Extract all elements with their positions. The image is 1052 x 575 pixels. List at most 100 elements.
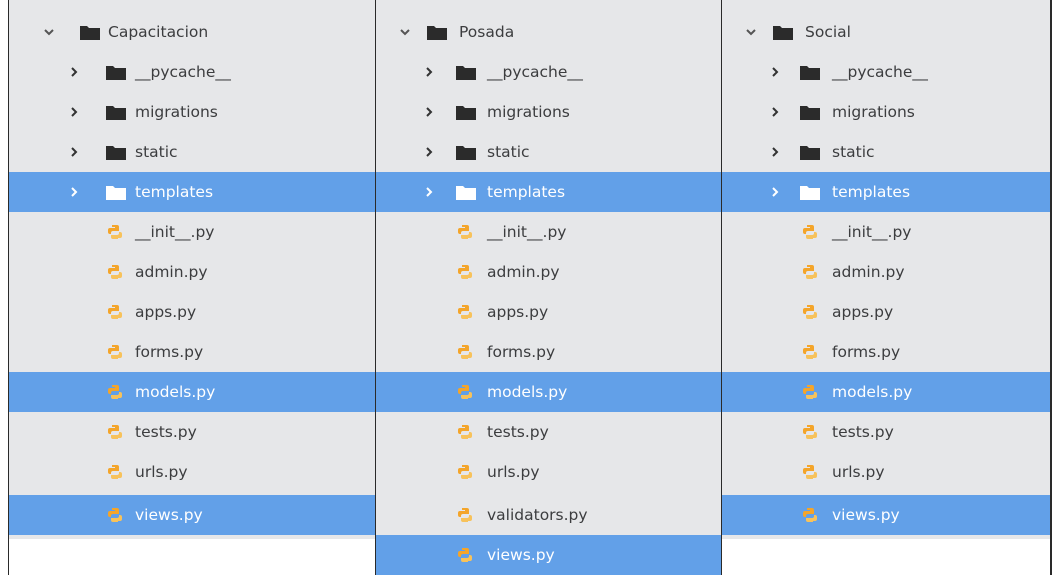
folder-icon: [800, 105, 820, 120]
panel-divider: [375, 0, 376, 575]
tree-label: forms.py: [135, 343, 204, 361]
folder-icon: [106, 65, 126, 80]
tree-file[interactable]: models.py: [722, 372, 1052, 412]
python-file-icon: [107, 384, 123, 400]
folder-icon: [800, 185, 820, 200]
tree-label: Capacitacion: [108, 23, 209, 41]
tree-file[interactable]: tests.py: [722, 412, 1052, 452]
python-file-icon: [457, 304, 473, 320]
python-file-icon: [802, 424, 818, 440]
tree-file[interactable]: forms.py: [376, 332, 721, 372]
tree-label: forms.py: [487, 343, 556, 361]
tree-folder-pycache[interactable]: __pycache__: [376, 52, 721, 92]
tree-file[interactable]: views.py: [376, 535, 721, 575]
tree-file[interactable]: tests.py: [376, 412, 721, 452]
chevron-down-icon[interactable]: [42, 25, 56, 39]
tree-folder-static[interactable]: static: [9, 132, 375, 172]
tree-folder-static[interactable]: static: [376, 132, 721, 172]
chevron-right-icon[interactable]: [768, 65, 782, 79]
tree-label: validators.py: [487, 506, 588, 524]
tree-label: admin.py: [135, 263, 208, 281]
chevron-right-icon[interactable]: [422, 65, 436, 79]
folder-icon: [773, 25, 793, 40]
tree-file[interactable]: apps.py: [9, 292, 375, 332]
chevron-right-icon[interactable]: [422, 185, 436, 199]
chevron-right-icon[interactable]: [67, 185, 81, 199]
tree-label: __init__.py: [832, 223, 912, 241]
chevron-right-icon[interactable]: [768, 145, 782, 159]
tree-label: forms.py: [832, 343, 901, 361]
tree-file[interactable]: views.py: [9, 495, 375, 535]
python-file-icon: [107, 507, 123, 523]
folder-icon: [106, 105, 126, 120]
chevron-right-icon[interactable]: [768, 185, 782, 199]
tree-file[interactable]: forms.py: [722, 332, 1052, 372]
tree-label: admin.py: [487, 263, 560, 281]
tree-label: migrations: [832, 103, 915, 121]
tree-file[interactable]: admin.py: [9, 252, 375, 292]
chevron-right-icon[interactable]: [422, 145, 436, 159]
python-file-icon: [107, 464, 123, 480]
tree-label: models.py: [135, 383, 216, 401]
folder-icon: [456, 65, 476, 80]
tree-label: static: [832, 143, 875, 161]
tree-folder-templates[interactable]: templates: [722, 172, 1052, 212]
chevron-down-icon[interactable]: [398, 25, 412, 39]
tree-file[interactable]: models.py: [9, 372, 375, 412]
python-file-icon: [802, 304, 818, 320]
tree-folder-pycache[interactable]: __pycache__: [9, 52, 375, 92]
explorer-panel-capacitacion: Capacitacion __pycache__ migrations stat…: [9, 0, 375, 539]
python-file-icon: [457, 507, 473, 523]
folder-icon: [80, 25, 100, 40]
tree-file[interactable]: models.py: [376, 372, 721, 412]
tree-label: migrations: [135, 103, 218, 121]
tree-file[interactable]: urls.py: [376, 452, 721, 492]
tree-file[interactable]: forms.py: [9, 332, 375, 372]
tree-file[interactable]: apps.py: [722, 292, 1052, 332]
tree-file[interactable]: urls.py: [9, 452, 375, 492]
folder-icon: [106, 145, 126, 160]
folder-icon: [456, 105, 476, 120]
python-file-icon: [802, 507, 818, 523]
python-file-icon: [107, 424, 123, 440]
tree-folder-static[interactable]: static: [722, 132, 1052, 172]
tree-label: templates: [135, 183, 214, 201]
chevron-right-icon[interactable]: [67, 65, 81, 79]
tree-label: views.py: [135, 506, 203, 524]
tree-root-capacitacion[interactable]: Capacitacion: [9, 12, 375, 52]
tree-file[interactable]: __init__.py: [9, 212, 375, 252]
tree-root-posada[interactable]: Posada: [376, 12, 721, 52]
panel-divider: [721, 0, 722, 575]
tree-file[interactable]: admin.py: [376, 252, 721, 292]
tree-folder-migrations[interactable]: migrations: [9, 92, 375, 132]
tree-file[interactable]: admin.py: [722, 252, 1052, 292]
chevron-down-icon[interactable]: [744, 25, 758, 39]
chevron-right-icon[interactable]: [768, 105, 782, 119]
tree-file[interactable]: validators.py: [376, 495, 721, 535]
python-file-icon: [107, 224, 123, 240]
tree-label: static: [487, 143, 530, 161]
python-file-icon: [802, 224, 818, 240]
tree-folder-pycache[interactable]: __pycache__: [722, 52, 1052, 92]
tree-folder-templates[interactable]: templates: [376, 172, 721, 212]
python-file-icon: [107, 344, 123, 360]
python-file-icon: [802, 344, 818, 360]
tree-label: static: [135, 143, 178, 161]
tree-file[interactable]: __init__.py: [722, 212, 1052, 252]
tree-folder-migrations[interactable]: migrations: [722, 92, 1052, 132]
tree-label: views.py: [832, 506, 900, 524]
panel-divider: [8, 0, 9, 575]
tree-root-social[interactable]: Social: [722, 12, 1052, 52]
python-file-icon: [457, 424, 473, 440]
tree-folder-templates[interactable]: templates: [9, 172, 375, 212]
tree-label: urls.py: [832, 463, 885, 481]
chevron-right-icon[interactable]: [67, 105, 81, 119]
tree-file[interactable]: tests.py: [9, 412, 375, 452]
chevron-right-icon[interactable]: [422, 105, 436, 119]
tree-file[interactable]: __init__.py: [376, 212, 721, 252]
tree-folder-migrations[interactable]: migrations: [376, 92, 721, 132]
tree-file[interactable]: apps.py: [376, 292, 721, 332]
tree-file[interactable]: views.py: [722, 495, 1052, 535]
chevron-right-icon[interactable]: [67, 145, 81, 159]
tree-file[interactable]: urls.py: [722, 452, 1052, 492]
